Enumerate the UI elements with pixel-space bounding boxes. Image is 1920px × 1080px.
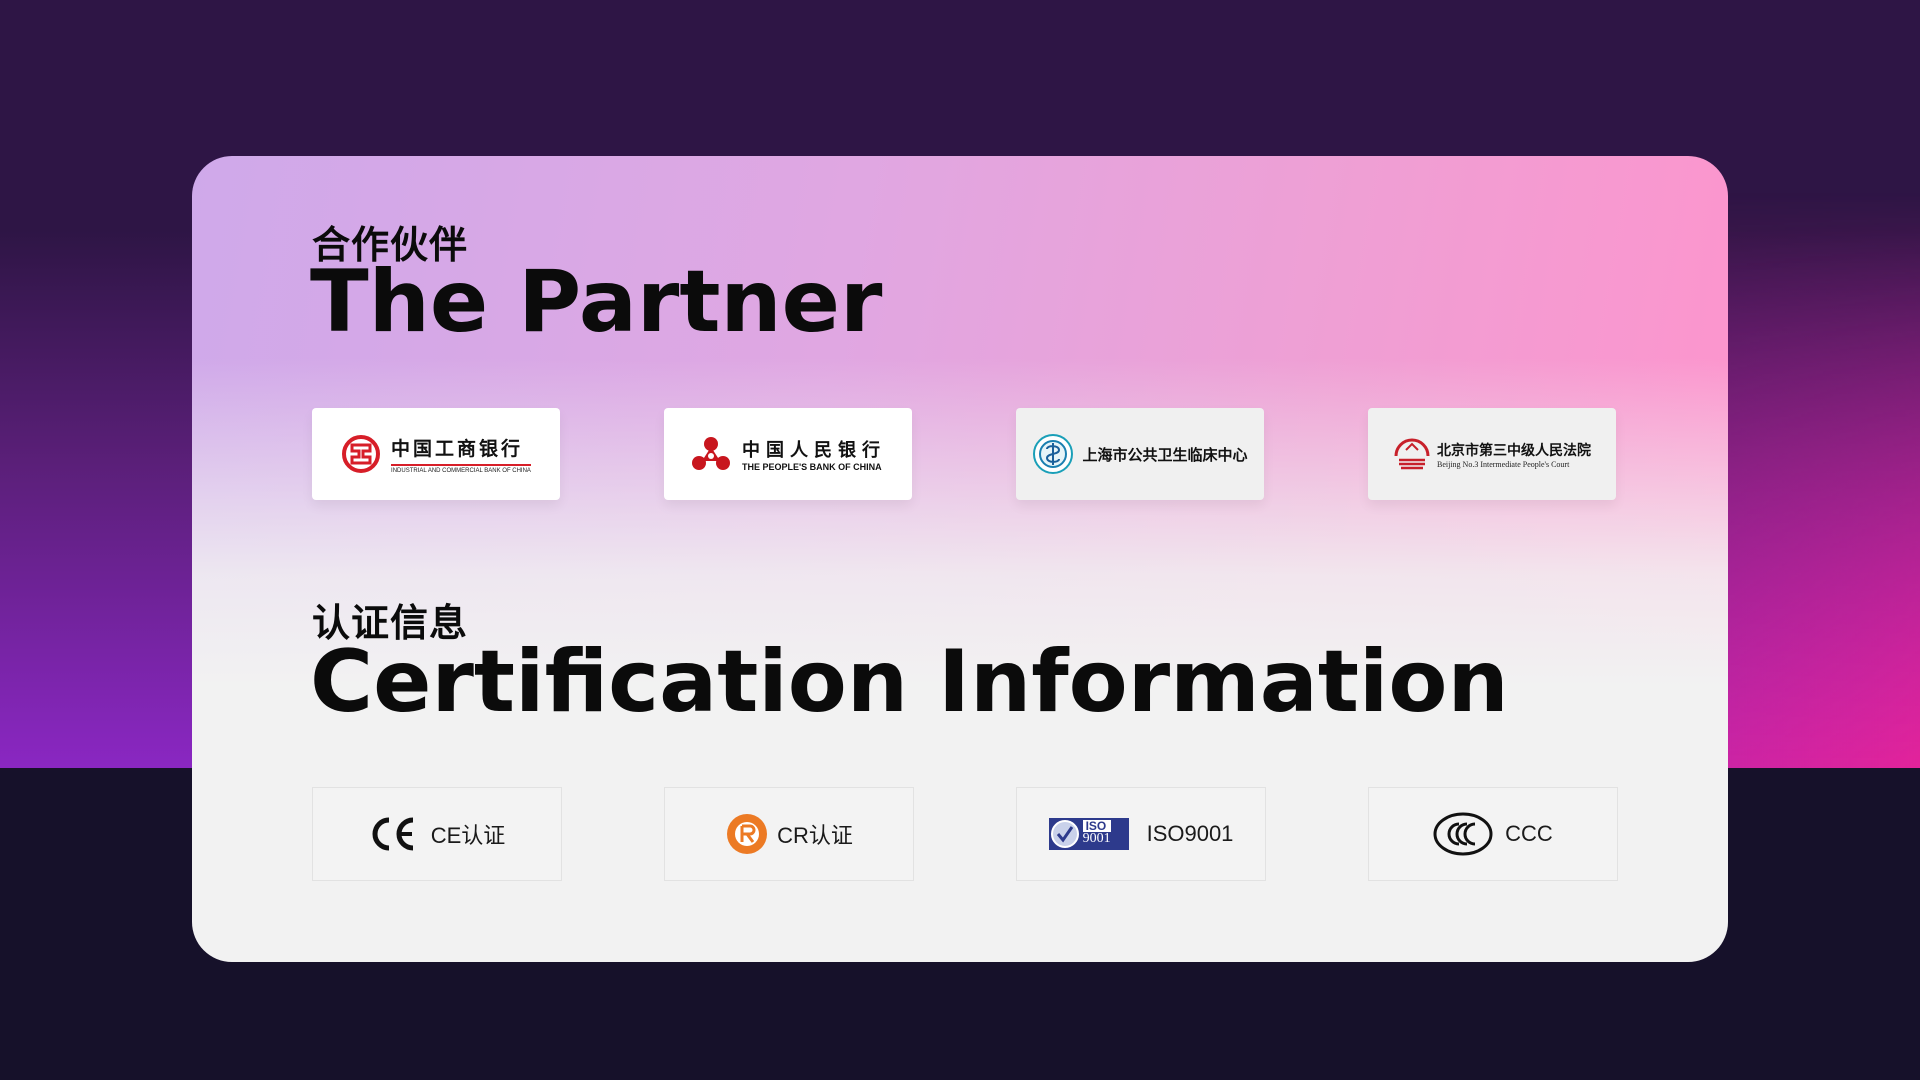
shphc-logo-icon bbox=[1033, 434, 1074, 474]
partner-logo-shphc[interactable]: 上海市公共卫生临床中心 bbox=[1016, 408, 1264, 500]
content-card: 合作伙伴 The Partner 中国工商银行 INDUSTRIAL AND C… bbox=[192, 156, 1728, 962]
cert-cr[interactable]: CR认证 bbox=[664, 787, 914, 881]
partner-title-en: The Partner bbox=[310, 252, 883, 352]
cert-label: CR认证 bbox=[777, 823, 853, 848]
icbc-logo-icon bbox=[342, 435, 381, 473]
partner-name-cn: 中国工商银行 bbox=[391, 438, 524, 460]
cert-ccc[interactable]: CCC bbox=[1368, 787, 1618, 881]
check-circle-icon bbox=[1050, 820, 1079, 848]
cert-label: CE认证 bbox=[430, 823, 506, 848]
partner-name-cn: 中国人民银行 bbox=[742, 440, 886, 461]
cert-iso9001[interactable]: ISO 9001 ISO9001 bbox=[1016, 787, 1266, 881]
pboc-logo-icon bbox=[692, 437, 730, 470]
partner-logo-pboc[interactable]: 中国人民银行 THE PEOPLE'S BANK OF CHINA bbox=[664, 408, 912, 500]
court-logo-icon bbox=[1394, 438, 1430, 470]
iso9001-badge-icon: ISO 9001 bbox=[1048, 818, 1129, 850]
partner-logo-icbc[interactable]: 中国工商银行 INDUSTRIAL AND COMMERCIAL BANK OF… bbox=[312, 408, 560, 500]
partner-name-en: Beijing No.3 Intermediate People's Court bbox=[1437, 459, 1570, 469]
partner-name-en: THE PEOPLE'S BANK OF CHINA bbox=[742, 462, 882, 472]
certification-title-en: Certification Information bbox=[310, 632, 1509, 732]
partner-logo-court[interactable]: 北京市第三中级人民法院 Beijing No.3 Intermediate Pe… bbox=[1368, 408, 1616, 500]
partner-name-cn: 北京市第三中级人民法院 bbox=[1437, 442, 1591, 459]
cert-label: CCC bbox=[1505, 821, 1553, 846]
partner-name-en: INDUSTRIAL AND COMMERCIAL BANK OF CHINA bbox=[391, 468, 531, 474]
ce-mark-icon bbox=[372, 817, 413, 851]
iso-badge-sub: 9001 bbox=[1082, 831, 1111, 846]
ccc-mark-icon bbox=[1433, 812, 1493, 856]
cert-ce[interactable]: CE认证 bbox=[312, 787, 562, 881]
cert-label: ISO9001 bbox=[1146, 821, 1234, 846]
logo-divider bbox=[391, 464, 531, 466]
partner-name-cn: 上海市公共卫生临床中心 bbox=[1082, 445, 1248, 464]
cr-mark-icon bbox=[727, 814, 768, 854]
